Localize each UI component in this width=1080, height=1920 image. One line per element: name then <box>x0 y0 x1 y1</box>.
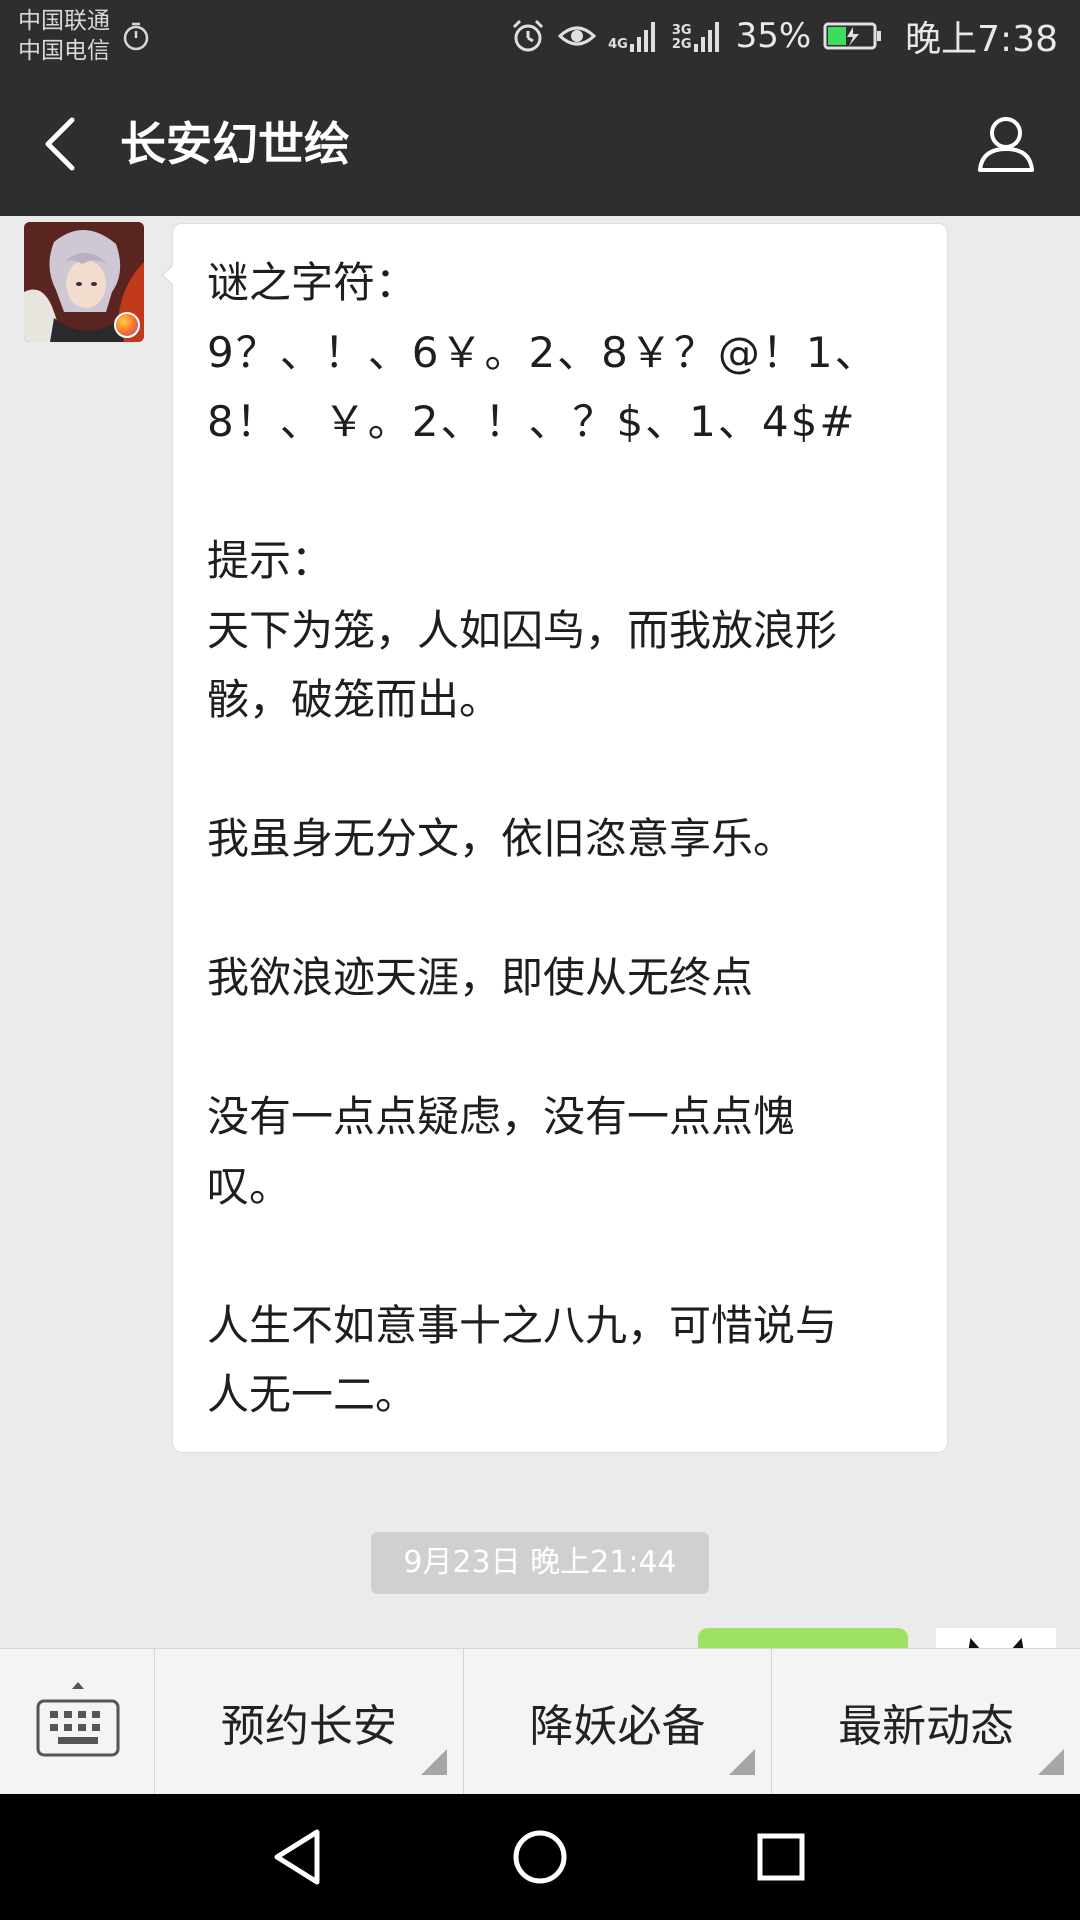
status-icons: 4G 3G 2G 35% 晚上7:38 <box>510 0 1058 72</box>
carrier-info: 中国联通 中国电信 <box>18 6 110 66</box>
timer-icon <box>122 22 150 56</box>
person-icon <box>978 117 1034 172</box>
app-header: 长安幻世绘 <box>0 72 1080 216</box>
message-bubble[interactable]: 谜之字符： 9？、！、6￥。2、8￥？@！1、 8！、￥。2、！、？$、1、4$… <box>161 223 948 1453</box>
clock: 晚上7:38 <box>905 19 1058 60</box>
alarm-icon <box>510 18 546 54</box>
message-line <box>207 735 917 805</box>
nav-recent-apps-icon[interactable] <box>748 1824 814 1890</box>
message-line: 没有一点点疑虑，没有一点点愧 <box>207 1092 796 1141</box>
cat-icon <box>964 1638 1028 1648</box>
menu-item-news[interactable]: 最新动态 <box>772 1649 1080 1795</box>
message-line: 人生不如意事十之八九，可惜说与 <box>207 1300 838 1350</box>
menu-item-label: 预约长安 <box>220 1701 397 1752</box>
status-bar: 中国联通 中国电信 4G 3G 2G 35% 晚上7:38 <box>0 0 1080 72</box>
app-badge-icon <box>114 312 140 338</box>
bottom-menu: 预约长安 降妖必备 最新动态 <box>0 1648 1080 1795</box>
navigation-bar <box>0 1794 1080 1920</box>
keyboard-icon <box>36 1682 120 1757</box>
battery-percent: 35% <box>735 16 812 56</box>
signal-icon-2: 3G 2G <box>672 20 724 52</box>
network-type-1: 4G <box>608 37 628 52</box>
message-line: 谜之字符： <box>207 258 418 307</box>
chevron-left-icon <box>45 117 75 171</box>
message-timestamp: 9月23日 晚上21:44 <box>371 1532 709 1594</box>
keyboard-toggle-button[interactable] <box>0 1649 155 1795</box>
page-title: 长安幻世绘 <box>120 117 350 171</box>
menu-item-reserve[interactable]: 预约长安 <box>155 1649 464 1795</box>
carrier-1: 中国联通 <box>18 8 110 34</box>
submenu-corner-icon <box>420 1749 447 1775</box>
battery-icon <box>823 21 883 51</box>
chat-area[interactable]: 谜之字符： 9？、！、6￥。2、8￥？@！1、 8！、￥。2、！、？$、1、4$… <box>0 216 1080 1648</box>
user-avatar[interactable] <box>936 1628 1056 1648</box>
message-line: 天下为笼，人如囚鸟，而我放浪形 <box>207 605 838 655</box>
message-line: 提示： <box>207 536 334 585</box>
message-line <box>207 874 917 944</box>
message-line: 8！、￥。2、！、？$、1、4$# <box>207 397 857 446</box>
network-type-2b: 2G <box>671 37 692 52</box>
menu-item-label: 降妖必备 <box>529 1701 706 1752</box>
carrier-2: 中国电信 <box>18 38 110 64</box>
profile-button[interactable] <box>972 110 1040 178</box>
message-line: 叹。 <box>207 1161 292 1211</box>
menu-item-essentials[interactable]: 降妖必备 <box>464 1649 773 1795</box>
message-line <box>207 457 917 527</box>
message-line: 人无一二。 <box>207 1370 418 1419</box>
message-line <box>207 1013 917 1083</box>
submenu-corner-icon <box>729 1749 756 1775</box>
submenu-corner-icon <box>1038 1749 1065 1775</box>
back-button[interactable] <box>30 112 90 176</box>
nav-home-icon[interactable] <box>507 1824 573 1890</box>
avatar[interactable] <box>24 222 144 342</box>
signal-icon: 4G <box>608 20 660 52</box>
network-type-2a: 3G <box>671 23 692 38</box>
message-line: 我欲浪迹天涯，即使从无终点 <box>207 953 754 1002</box>
eye-icon <box>558 22 597 50</box>
nav-back-icon[interactable] <box>265 1824 331 1890</box>
message-line: 我虽身无分文，依旧恣意享乐。 <box>207 814 796 863</box>
menu-item-label: 最新动态 <box>838 1701 1015 1752</box>
sent-message-bubble[interactable] <box>698 1628 908 1648</box>
message-line: 骸，破笼而出。 <box>207 675 502 724</box>
message-line <box>207 1221 917 1291</box>
message-line: 9？、！、6￥。2、8￥？@！1、 <box>207 327 879 377</box>
